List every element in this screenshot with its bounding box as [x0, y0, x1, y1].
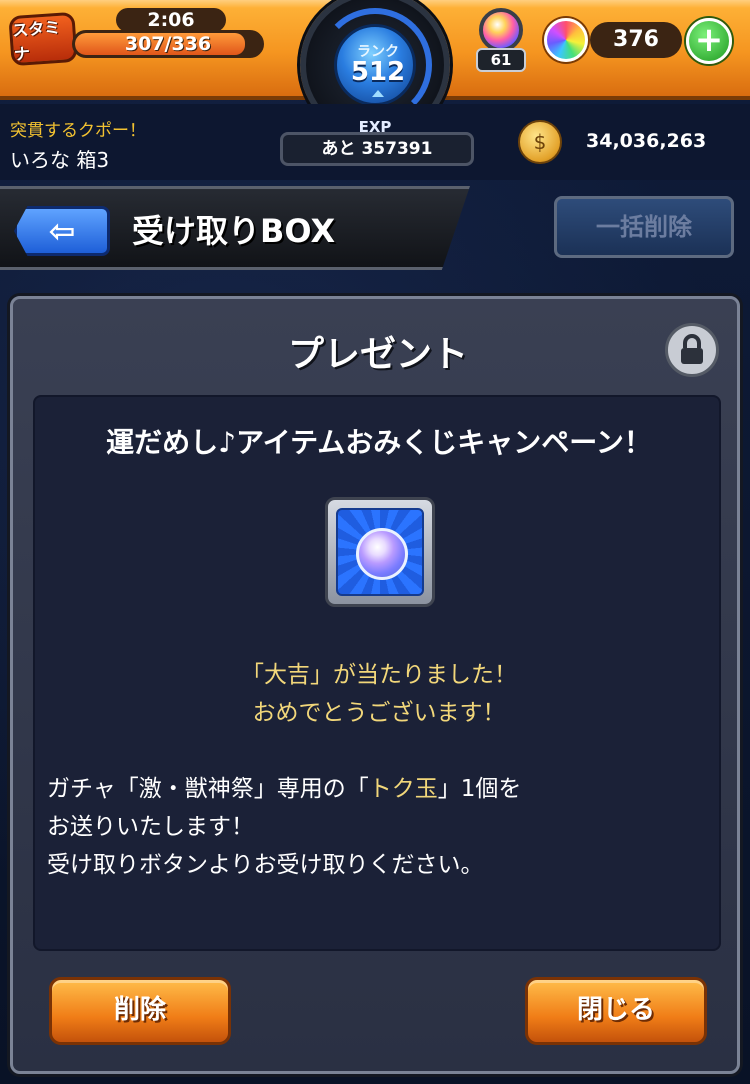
add-orbs-button[interactable]: + [686, 18, 732, 64]
orb-count: 376 [590, 22, 682, 58]
orb-slot[interactable]: 61 [470, 8, 532, 72]
lock-glyph [681, 334, 703, 364]
item-background [336, 508, 424, 596]
player-caption: 突貫するクポー！ [10, 121, 146, 141]
delete-button[interactable]: 削除 [49, 977, 231, 1045]
present-dialog: プレゼント 運だめし♪アイテムおみくじキャンペーン！ 「大吉」が当たりました！ … [10, 296, 740, 1074]
coin-icon: $ [518, 120, 562, 164]
body-line-1-suffix: 」1個を [437, 776, 522, 802]
item-frame [325, 497, 435, 607]
stamina-timer: 2:06 [116, 8, 226, 32]
campaign-title: 運だめし♪アイテムおみくじキャンペーン！ [106, 426, 652, 459]
body-line-3: 受け取りボタンよりお受け取りください。 [47, 852, 484, 878]
stamina-bar: 307/336 [72, 30, 264, 58]
body-line-1-prefix: ガチャ「激・獣神祭」専用の「 [47, 776, 369, 802]
body-line-2: お送りいたします！ [47, 814, 254, 840]
toku-orb-item-icon [356, 528, 408, 580]
stamina-value: 307/336 [124, 33, 212, 55]
stamina-badge-icon: スタミナ [8, 11, 78, 67]
item-name-highlight: トク玉 [368, 776, 438, 802]
bulk-delete-button[interactable]: 一括削除 [554, 196, 734, 258]
status-row: 突貫するクポー！ いろな 箱3 EXP あと 357391 $ 34,036,2… [0, 104, 750, 180]
message-panel: 運だめし♪アイテムおみくじキャンペーン！ 「大吉」が当たりました！ おめでとうご… [33, 395, 721, 951]
page-title: 受け取りBOX [132, 212, 336, 250]
close-button[interactable]: 閉じる [525, 977, 707, 1045]
result-line-2: おめでとうございます！ [252, 700, 506, 726]
exp-remaining: あと 357391 [280, 132, 474, 166]
dialog-title: プレゼント [287, 334, 468, 375]
back-button[interactable]: ⇦ [14, 206, 110, 256]
orb-slot-icon [479, 8, 523, 52]
back-arrow-icon: ⇦ [48, 212, 76, 250]
result-line-1: 「大吉」が当たりました！ [241, 662, 517, 688]
coin-count: 34,036,263 [586, 130, 707, 152]
rainbow-orb-icon [544, 18, 588, 62]
orb-slot-count: 61 [476, 48, 526, 72]
lock-icon[interactable] [665, 323, 719, 377]
body-line-1: ガチャ「激・獣神祭」専用の「トク玉」1個を [47, 769, 711, 803]
player-subtitle: いろな 箱3 [10, 148, 110, 172]
rank-core: ランク 512 [334, 24, 416, 106]
rank-value: 512 [350, 57, 406, 87]
caret-up-icon [372, 90, 384, 97]
